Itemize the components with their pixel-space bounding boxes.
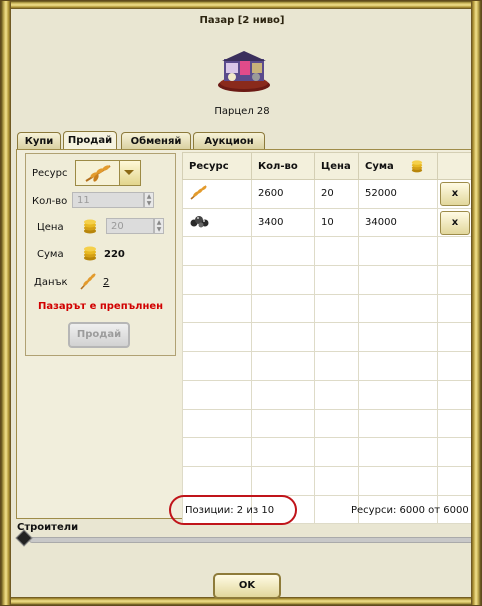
col-actions [437,152,472,180]
tab-sell[interactable]: Продай [63,131,117,150]
table-row: 3400 10 34000 x [182,207,472,238]
row-actions: x [437,207,472,238]
col-price: Цена [314,152,359,180]
tax-value: 2 [103,277,110,288]
tax-label: Данък [34,277,68,288]
sum-label: Сума [37,249,64,260]
window-title: Пазар [2 ниво] [199,15,285,26]
qty-input[interactable]: 11 [72,192,144,208]
market-building-icon [218,51,270,92]
coins-icon [84,246,96,261]
market-window: Пазар [2 ниво] Парцел 28 Купи Продай Обм… [0,0,482,606]
tab-buy[interactable]: Купи [17,132,61,149]
row-actions: x [437,179,472,209]
row-qty: 3400 [251,207,315,238]
wheat-icon [80,273,96,290]
table-row: 2600 20 52000 x [182,179,472,209]
sum-value: 220 [104,249,125,260]
table-row [182,351,472,381]
table-row [182,465,472,496]
price-input[interactable]: 20 [106,218,154,234]
ok-button[interactable]: OK [213,573,281,599]
table-row [182,437,472,467]
row-resource [182,207,252,238]
row-sum: 34000 [358,207,438,238]
builders-slider-track[interactable] [29,537,474,543]
coins-icon [84,219,96,234]
tab-auction[interactable]: Аукцион [193,132,265,149]
col-qty: Кол-во [251,152,315,180]
resources-count: Ресурси: 6000 от 6000 [351,505,469,516]
positions-count: Позиции: 2 из 10 [185,505,275,516]
table-row [182,322,472,353]
ore-icon [190,216,209,228]
sell-button[interactable]: Продай [68,322,130,348]
resource-label: Ресурс [32,168,68,179]
col-sum: Сума [358,152,438,180]
table-row [182,236,472,267]
table-row [182,379,472,410]
row-price: 20 [314,179,359,209]
frame-top [11,1,471,9]
chevron-down-icon[interactable] [119,161,140,185]
col-sum-label: Сума [365,161,394,172]
tab-exchange[interactable]: Обменяй [121,132,191,149]
offers-table: Ресурс Кол-во Цена Сума 2600 20 52000 x … [182,152,472,525]
table-row [182,408,472,439]
row-resource [182,179,252,209]
qty-label: Кол-во [32,196,68,207]
row-sum: 52000 [358,179,438,209]
wheat-icon [85,165,111,182]
remove-offer-button[interactable]: x [440,210,470,235]
col-resource: Ресурс [182,152,252,180]
wheat-icon [190,185,207,200]
resource-select[interactable] [75,160,141,186]
remove-offer-button[interactable]: x [440,181,470,206]
table-header-row: Ресурс Кол-во Цена Сума [182,152,472,180]
coins-icon [412,160,423,173]
table-row [182,293,472,324]
price-stepper[interactable]: ▲ ▼ [154,218,164,234]
qty-stepper[interactable]: ▲ ▼ [144,192,154,208]
market-full-warning: Пазарът е препълнен [37,301,164,312]
price-label: Цена [37,222,64,233]
row-qty: 2600 [251,179,315,209]
table-row [182,265,472,295]
row-price: 10 [314,207,359,238]
parcel-label: Парцел 28 [214,106,270,117]
